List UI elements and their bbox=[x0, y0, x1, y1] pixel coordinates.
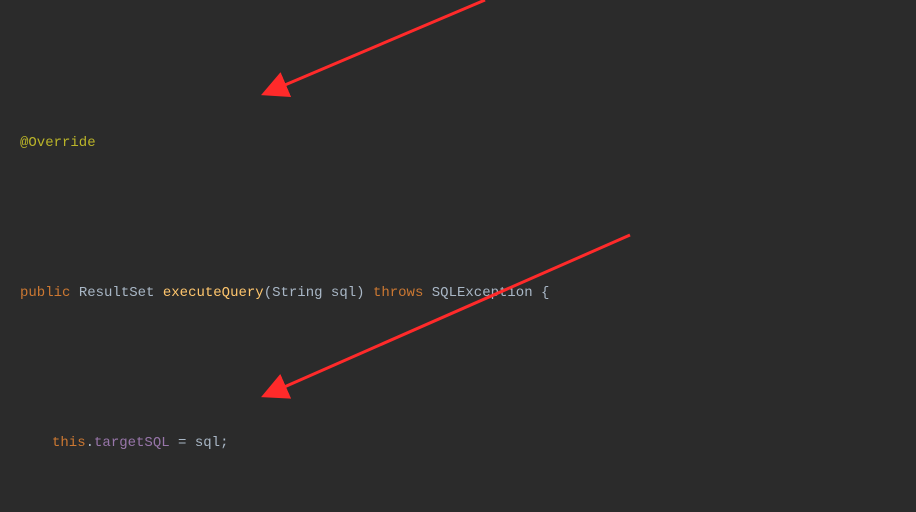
keyword-this: this bbox=[52, 435, 86, 451]
code-line: this.targetSQL = sql; bbox=[0, 428, 916, 458]
field-targetsql: targetSQL bbox=[94, 435, 170, 451]
code-line: @Override bbox=[0, 128, 916, 158]
type-sqlexception: SQLException bbox=[432, 285, 533, 301]
keyword-public: public bbox=[20, 285, 70, 301]
var-sql: sql bbox=[195, 435, 220, 451]
code-line: public ResultSet executeQuery(String sql… bbox=[0, 278, 916, 308]
type-string: String bbox=[272, 285, 322, 301]
annotation-override: @Override bbox=[20, 135, 96, 151]
code-editor[interactable]: @Override public ResultSet executeQuery(… bbox=[0, 0, 916, 512]
keyword-throws: throws bbox=[373, 285, 423, 301]
param-sql: sql bbox=[331, 285, 356, 301]
method-executequery: executeQuery bbox=[163, 285, 264, 301]
type-resultset: ResultSet bbox=[79, 285, 155, 301]
